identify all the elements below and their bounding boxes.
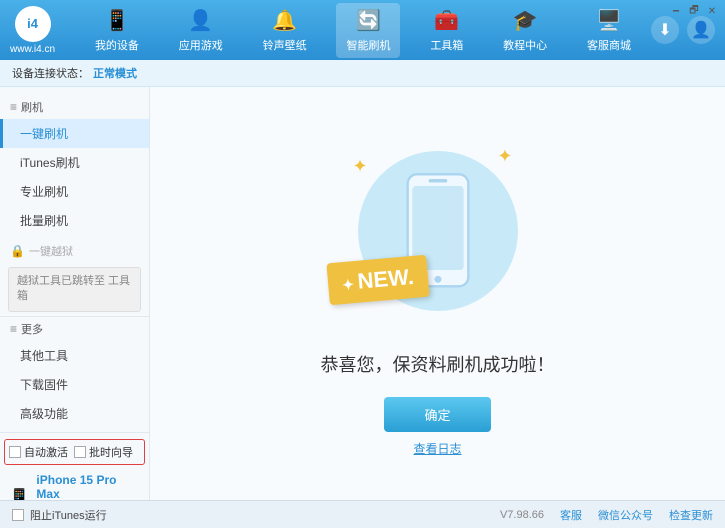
main-layout: ≡ 刷机 一键刷机 iTunes刷机 专业刷机 批量刷机 🔒 一键越狱 越狱工具… xyxy=(0,87,725,500)
sidebar-top: ≡ 刷机 一键刷机 iTunes刷机 专业刷机 批量刷机 🔒 一键越狱 越狱工具… xyxy=(0,95,149,432)
ringtone-icon: 🔔 xyxy=(272,8,297,33)
nav-service[interactable]: 🖥️ 客服商城 xyxy=(577,3,641,58)
stop-itunes-checkbox[interactable] xyxy=(12,509,24,521)
lock-icon: 🔒 xyxy=(10,244,25,258)
tutorial-icon: 🎓 xyxy=(513,8,538,33)
auto-activate-item[interactable]: 自动激活 xyxy=(9,444,68,460)
sidebar-item-pro-flash[interactable]: 专业刷机 xyxy=(0,177,149,206)
nav-smart-flash[interactable]: 🔄 智能刷机 xyxy=(336,3,400,58)
close-button[interactable]: ✕ xyxy=(705,4,719,18)
header-right: ⬇ 👤 xyxy=(651,16,715,44)
sidebar-item-advanced[interactable]: 高级功能 xyxy=(0,399,149,428)
more-section-label: 更多 xyxy=(21,321,43,337)
nav-tools-label: 工具箱 xyxy=(430,37,463,53)
success-text: 恭喜您，保资料刷机成功啦！ xyxy=(321,351,555,377)
nav-apps-games[interactable]: 👤 应用游戏 xyxy=(169,3,233,58)
flash-section-label: 刷机 xyxy=(21,99,43,115)
flash-section: ≡ 刷机 一键刷机 iTunes刷机 专业刷机 批量刷机 xyxy=(0,95,149,235)
sidebar-item-one-key-flash[interactable]: 一键刷机 xyxy=(0,119,149,148)
nav-bar: 📱 我的设备 👤 应用游戏 🔔 铃声壁纸 🔄 智能刷机 🧰 工具箱 🎓 教程中心… xyxy=(75,3,651,58)
footer-link-update[interactable]: 检查更新 xyxy=(669,507,713,523)
flash-section-header: ≡ 刷机 xyxy=(0,95,149,119)
jailbreak-section-label: 一键越狱 xyxy=(29,243,73,259)
nav-ringtone-label: 铃声壁纸 xyxy=(263,37,307,53)
confirm-button[interactable]: 确定 xyxy=(384,397,490,432)
log-link[interactable]: 查看日志 xyxy=(413,440,461,457)
maximize-button[interactable]: 🗗 xyxy=(687,4,701,18)
sidebar-item-other-tools[interactable]: 其他工具 xyxy=(0,341,149,370)
device-phone-icon: 📱 xyxy=(8,488,30,500)
jailbreak-section: 🔒 一键越狱 越狱工具已跳转至 工具箱 xyxy=(0,239,149,312)
nav-my-device-label: 我的设备 xyxy=(95,37,139,53)
sparkle-top-left: ✦ xyxy=(353,156,368,177)
jailbreak-section-header: 🔒 一键越狱 xyxy=(0,239,149,263)
success-message: 恭喜您，保资料刷机成功啦！ xyxy=(321,355,555,375)
footer-link-service[interactable]: 客服 xyxy=(560,507,582,523)
my-device-icon: 📱 xyxy=(104,8,129,33)
success-illustration: NEW. ✦ ✦ xyxy=(338,131,538,331)
more-section-header: ≡ 更多 xyxy=(0,316,149,341)
jailbreak-notice: 越狱工具已跳转至 工具箱 xyxy=(8,267,141,312)
sidebar-bottom: 自动激活 批时向导 📱 iPhone 15 Pro Max 512GB iPho… xyxy=(0,432,149,500)
user-button[interactable]: 👤 xyxy=(687,16,715,44)
timed-guide-label: 批时向导 xyxy=(89,444,133,460)
more-section-icon: ≡ xyxy=(10,322,17,336)
minimize-button[interactable]: 🗕 xyxy=(669,4,683,18)
breadcrumb: 设备连接状态： 正常模式 xyxy=(0,60,725,87)
jailbreak-notice-text: 越狱工具已跳转至 工具箱 xyxy=(17,275,130,302)
more-section: ≡ 更多 其他工具 下载固件 高级功能 xyxy=(0,316,149,428)
footer-left: 阻止iTunes运行 xyxy=(12,507,107,523)
breadcrumb-value: 正常模式 xyxy=(93,65,137,81)
sparkle-top-right: ✦ xyxy=(497,146,512,167)
breadcrumb-label: 设备连接状态： xyxy=(12,65,89,81)
timed-guide-item[interactable]: 批时向导 xyxy=(74,444,133,460)
header: i4 www.i4.cn 📱 我的设备 👤 应用游戏 🔔 铃声壁纸 🔄 智能刷机… xyxy=(0,0,725,60)
nav-smart-flash-label: 智能刷机 xyxy=(346,37,390,53)
nav-service-label: 客服商城 xyxy=(587,37,631,53)
version-label: V7.98.66 xyxy=(500,509,544,521)
sidebar-item-download-firmware[interactable]: 下载固件 xyxy=(0,370,149,399)
smart-flash-icon: 🔄 xyxy=(356,8,381,33)
logo-text: www.i4.cn xyxy=(10,44,55,55)
logo-icon: i4 xyxy=(15,6,51,42)
sidebar: ≡ 刷机 一键刷机 iTunes刷机 专业刷机 批量刷机 🔒 一键越狱 越狱工具… xyxy=(0,87,150,500)
apps-games-icon: 👤 xyxy=(188,8,213,33)
auto-activate-label: 自动激活 xyxy=(24,444,68,460)
tools-icon: 🧰 xyxy=(434,8,459,33)
nav-ringtone[interactable]: 🔔 铃声壁纸 xyxy=(253,3,317,58)
logo: i4 www.i4.cn xyxy=(10,6,55,55)
main-content: NEW. ✦ ✦ 恭喜您，保资料刷机成功啦！ 确定 查看日志 xyxy=(150,87,725,500)
sidebar-item-itunes-flash[interactable]: iTunes刷机 xyxy=(0,148,149,177)
auto-activate-checkbox[interactable] xyxy=(9,446,21,458)
download-button[interactable]: ⬇ xyxy=(651,16,679,44)
footer-link-wechat[interactable]: 微信公众号 xyxy=(598,507,653,523)
nav-my-device[interactable]: 📱 我的设备 xyxy=(85,3,149,58)
flash-section-icon: ≡ xyxy=(10,100,17,114)
new-badge: NEW. xyxy=(326,254,429,305)
nav-tutorial[interactable]: 🎓 教程中心 xyxy=(493,3,557,58)
new-badge-text: NEW. xyxy=(356,263,414,293)
device-info: 📱 iPhone 15 Pro Max 512GB iPhone xyxy=(4,471,145,500)
timed-guide-checkbox[interactable] xyxy=(74,446,86,458)
nav-tutorial-label: 教程中心 xyxy=(503,37,547,53)
stop-itunes-label: 阻止iTunes运行 xyxy=(30,507,107,523)
device-name: iPhone 15 Pro Max xyxy=(36,473,141,500)
footer-right: V7.98.66 客服 微信公众号 检查更新 xyxy=(500,507,713,523)
service-icon: 🖥️ xyxy=(597,8,622,33)
nav-tools[interactable]: 🧰 工具箱 xyxy=(420,3,473,58)
footer: 阻止iTunes运行 V7.98.66 客服 微信公众号 检查更新 xyxy=(0,500,725,528)
window-controls: 🗕 🗗 ✕ xyxy=(669,4,719,18)
auto-row: 自动激活 批时向导 xyxy=(4,439,145,465)
device-details: iPhone 15 Pro Max 512GB iPhone xyxy=(36,473,141,500)
nav-apps-games-label: 应用游戏 xyxy=(179,37,223,53)
sidebar-item-batch-flash[interactable]: 批量刷机 xyxy=(0,206,149,235)
